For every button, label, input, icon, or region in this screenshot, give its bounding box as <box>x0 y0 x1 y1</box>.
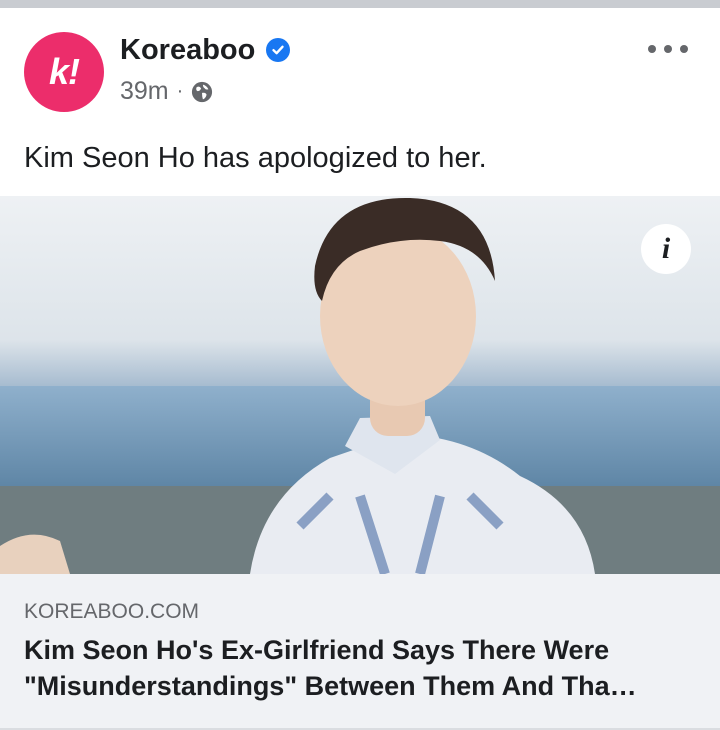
post-meta: 39m · <box>120 77 213 106</box>
post-timestamp[interactable]: 39m <box>120 77 169 106</box>
verified-badge-icon <box>266 38 290 62</box>
more-dot-icon <box>680 45 688 53</box>
meta-separator: · <box>176 80 184 102</box>
link-headline[interactable]: Kim Seon Ho's Ex-Girlfriend Says There W… <box>24 632 696 704</box>
post-caption: Kim Seon Ho has apologized to her. <box>24 142 487 174</box>
post-image[interactable] <box>0 196 720 574</box>
top-divider <box>0 0 720 8</box>
globe-icon <box>192 81 213 102</box>
more-dot-icon <box>664 45 672 53</box>
avatar-logo: k! <box>48 51 80 92</box>
page-avatar[interactable]: k! <box>24 32 104 112</box>
page-name[interactable]: Koreaboo <box>120 34 255 67</box>
photo-illustration <box>0 197 720 574</box>
link-preview-card[interactable]: KOREABOO.COM Kim Seon Ho's Ex-Girlfriend… <box>0 574 720 728</box>
more-dot-icon <box>648 45 656 53</box>
post-header: k! Koreaboo 39m · <box>0 8 720 126</box>
more-options-button[interactable] <box>648 38 688 60</box>
link-domain: KOREABOO.COM <box>24 600 200 623</box>
info-button[interactable]: i <box>641 224 691 274</box>
